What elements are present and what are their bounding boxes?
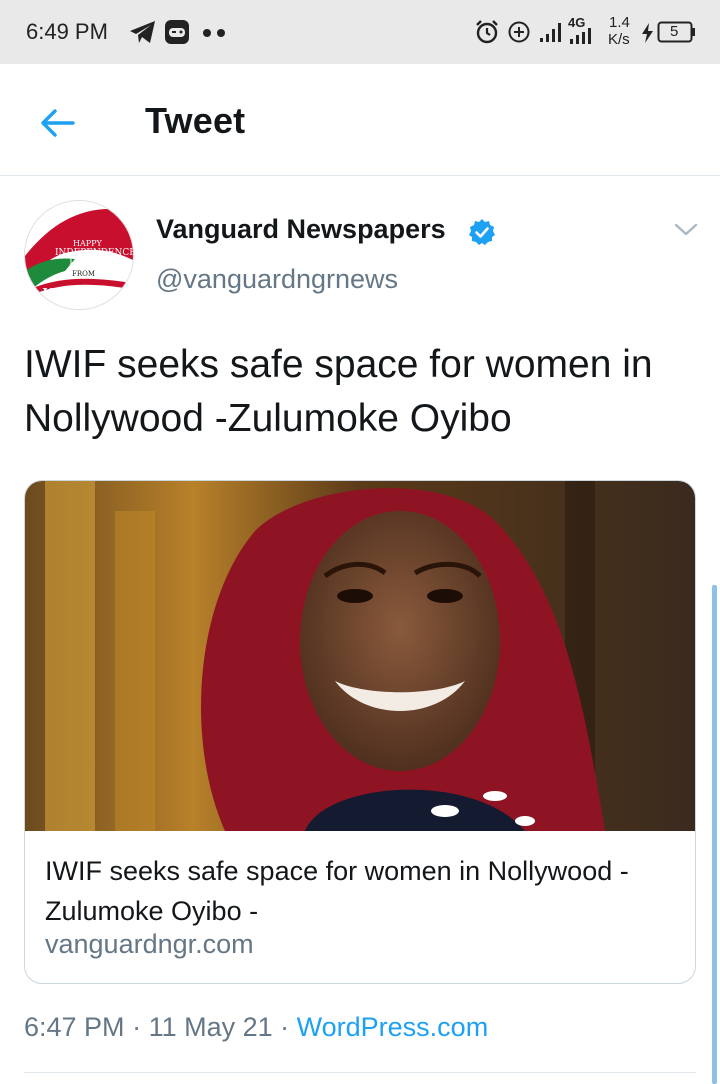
avatar-text-independence: INDEPENDENCE xyxy=(55,248,134,258)
battery-level: 5 xyxy=(670,23,679,40)
game-controller-icon xyxy=(165,20,189,44)
avatar-text-day: DAY xyxy=(69,257,91,268)
card-photo xyxy=(25,481,695,831)
more-notifications-icon xyxy=(203,29,225,37)
author-avatar[interactable]: HAPPY INDEPENDENCE DAY FROM Vanguard xyxy=(24,200,134,310)
tweet-source-link[interactable]: WordPress.com xyxy=(297,1012,489,1042)
card-domain: vanguardngr.com xyxy=(45,929,254,959)
tweet-text: IWIF seeks safe space for women in Nolly… xyxy=(24,343,653,440)
charging-icon xyxy=(642,23,653,43)
tweet-date: 11 May 21 xyxy=(148,1012,273,1042)
author-handle[interactable]: @vanguardngrnews xyxy=(156,264,398,295)
avatar-text-brand: Vanguard xyxy=(42,286,108,300)
tweet-options-button[interactable] xyxy=(670,218,702,242)
avatar-text-happy: HAPPY xyxy=(73,239,103,248)
scrollbar[interactable] xyxy=(712,585,717,1084)
alarm-icon xyxy=(476,20,498,44)
network-speed-value: 1.4 xyxy=(609,14,630,31)
verified-badge-icon xyxy=(469,219,495,245)
top-app-bar: Tweet xyxy=(0,64,720,176)
signal-strength-icon xyxy=(540,23,561,42)
data-saver-icon xyxy=(508,21,530,43)
network-speed-unit: K/s xyxy=(608,31,630,48)
meta-separator: · xyxy=(124,1012,149,1042)
divider xyxy=(24,1072,696,1073)
back-button[interactable] xyxy=(30,100,84,146)
back-arrow-icon xyxy=(41,109,75,137)
author-name[interactable]: Vanguard Newspapers xyxy=(156,214,446,245)
link-preview-card[interactable]: IWIF seeks safe space for women in Nolly… xyxy=(24,480,696,984)
chevron-down-icon xyxy=(674,223,698,236)
avatar-graphic: HAPPY INDEPENDENCE DAY FROM Vanguard xyxy=(25,201,134,309)
status-bar: 6:49 PM 4G 1.4 K/s 5 xyxy=(0,0,720,64)
tweet-metadata: 6:47 PM · 11 May 21 · WordPress.com xyxy=(24,1012,488,1043)
signal-strength-2-icon xyxy=(570,28,591,44)
telegram-icon xyxy=(130,21,155,43)
page-title: Tweet xyxy=(145,100,246,141)
avatar-text-from: FROM xyxy=(72,270,95,278)
card-title: IWIF seeks safe space for women in Nolly… xyxy=(45,856,629,926)
tweet-time: 6:47 PM xyxy=(24,1012,125,1042)
status-time: 6:49 PM xyxy=(26,19,108,44)
meta-separator-2: · xyxy=(272,1012,297,1042)
